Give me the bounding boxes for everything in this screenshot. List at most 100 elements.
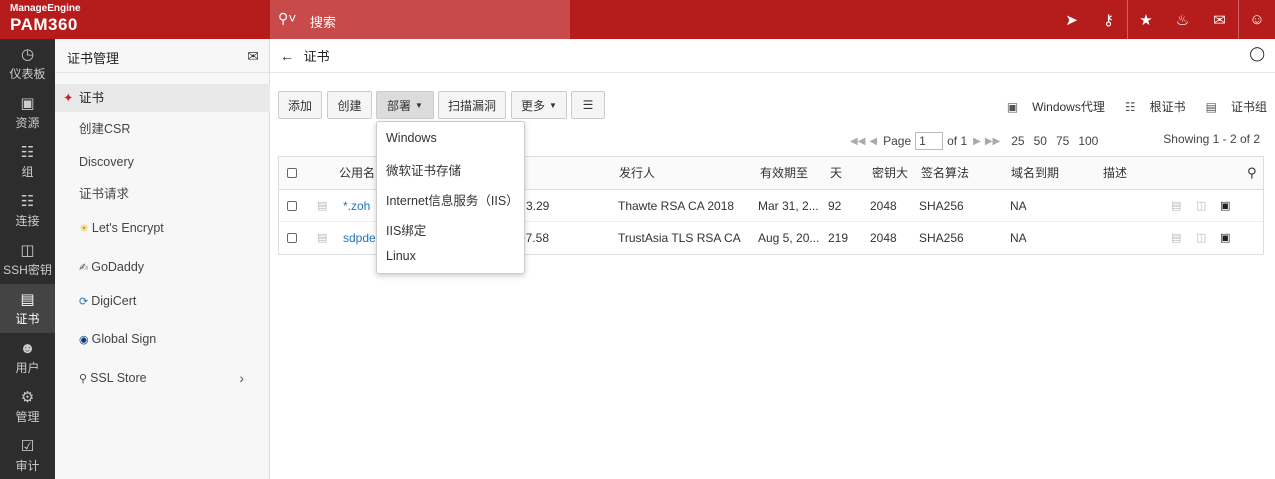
sidebar-item-digicert[interactable]: ⟳ DigiCert [55, 291, 270, 311]
search-icon[interactable]: ⚲˅ [278, 10, 296, 27]
page-size-100[interactable]: 100 [1078, 134, 1098, 148]
bell-icon[interactable]: ♨ [1164, 0, 1201, 39]
menu-item-iis-binding[interactable]: IIS绑定 [386, 220, 426, 239]
top-bar: ManageEngine PAM360 ⚲˅ 搜索 ➤ ⚷ ★ ♨ ✉ ☺ [0, 0, 1275, 39]
user-icon[interactable]: ☺ [1238, 0, 1275, 39]
sidebar-item-cert-requests[interactable]: 证书请求 [55, 184, 270, 204]
caret-down-icon: ▼ [549, 100, 557, 110]
row-checkbox[interactable] [287, 201, 297, 211]
nav-users[interactable]: ☻ 用户 [0, 333, 55, 382]
user-icon: ☻ [19, 339, 36, 357]
scan-vulnerability-button[interactable]: 扫描漏洞 [438, 91, 506, 119]
page-size-75[interactable]: 75 [1056, 134, 1069, 148]
copy-icon[interactable]: ◫ [1196, 190, 1206, 222]
deploy-button[interactable]: 部署 ▼ [376, 91, 434, 119]
chevron-right-icon[interactable]: › [239, 368, 244, 388]
windows-agent-link[interactable]: ▣ Windows代理 [997, 98, 1105, 115]
pin-icon: ✦ [63, 91, 74, 105]
nav-certificates[interactable]: ▤ 证书 [0, 284, 55, 333]
sidebar-item-sslstore[interactable]: ⚲ SSL Store › [55, 368, 270, 388]
nav-resources[interactable]: ▣ 资源 [0, 88, 55, 137]
group-icon: ☷ [20, 143, 35, 161]
deploy-icon[interactable]: ▣ [1220, 222, 1230, 254]
nav-groups[interactable]: ☷ 组 [0, 137, 55, 186]
menu-item-linux[interactable]: Linux [386, 249, 416, 263]
prev-page-icon[interactable]: ◀ [869, 136, 877, 147]
certificate-icon: ▤ [317, 200, 328, 212]
globalsign-icon: ◉ [79, 334, 89, 346]
nav-dashboard[interactable]: ◷ 仪表板 [0, 39, 55, 88]
header-issuer[interactable]: 发行人 [619, 157, 655, 189]
sidebar-item-create-csr[interactable]: 创建CSR [55, 119, 270, 139]
header-expiry[interactable]: 有效期至 [760, 157, 808, 189]
certificate-icon: ▤ [317, 232, 328, 244]
page-title: 证书 [303, 49, 330, 64]
header-description[interactable]: 描述 [1103, 157, 1127, 189]
renew-icon[interactable]: ▤ [1171, 190, 1181, 222]
cert-name-link[interactable]: *.zoh [343, 190, 370, 222]
sidebar-item-letsencrypt[interactable]: ☀ Let's Encrypt [55, 218, 270, 238]
root-cert-link[interactable]: ☷ 根证书 [1115, 98, 1186, 115]
brand-logo[interactable]: ManageEngine PAM360 [0, 0, 270, 39]
sidebar-title: 证书管理 [67, 51, 120, 66]
chat-icon[interactable]: ✉ [247, 48, 259, 65]
more-button[interactable]: 更多 ▼ [511, 91, 567, 119]
header-domain-expiry[interactable]: 域名到期 [1011, 157, 1059, 189]
rocket-icon[interactable]: ➤ [1053, 0, 1090, 39]
menu-item-ms-cert-store[interactable]: 微软证书存储 [386, 160, 461, 179]
create-button[interactable]: 创建 [327, 91, 372, 119]
next-page-icon[interactable]: ▶ [973, 136, 981, 147]
record-count: Showing 1 - 2 of 2 [1163, 132, 1260, 146]
certificate-icon: ▤ [20, 290, 35, 308]
copy-icon[interactable]: ◫ [1196, 222, 1206, 254]
page-size-25[interactable]: 25 [1011, 134, 1024, 148]
menu-item-windows[interactable]: Windows [386, 131, 437, 145]
list-view-button[interactable]: ☰ [571, 91, 605, 119]
page-size-50[interactable]: 50 [1034, 134, 1047, 148]
back-arrow-icon[interactable]: ← [280, 48, 294, 64]
header-key-size[interactable]: 密钥大 [872, 157, 908, 189]
deploy-dropdown-menu: Windows 微软证书存储 Internet信息服务（IIS） IIS绑定 L… [376, 121, 525, 274]
digicert-icon: ⟳ [79, 296, 89, 308]
deploy-icon[interactable]: ▣ [1220, 190, 1230, 222]
sslstore-icon: ⚲ [79, 373, 88, 385]
search-input[interactable]: 搜索 [310, 12, 336, 31]
nav-admin[interactable]: ⚙ 管理 [0, 382, 55, 431]
search-icon[interactable]: ⚲ [1247, 157, 1257, 189]
dashboard-icon: ◷ [20, 45, 35, 63]
header-sig-algo[interactable]: 签名算法 [921, 157, 969, 189]
first-page-icon[interactable]: ◀◀ [850, 136, 865, 147]
sidebar: 证书管理 ✉ ✦ 证书 创建CSR Discovery 证书请求 ☀ Let's E… [55, 39, 270, 479]
sidebar-item-certificates[interactable]: ✦ 证书 [55, 84, 270, 112]
cert-group-icon: ▤ [1205, 100, 1217, 114]
lightbulb-icon[interactable]: ◯ [1249, 45, 1265, 62]
mail-icon[interactable]: ✉ [1201, 0, 1238, 39]
select-all-checkbox[interactable] [287, 168, 297, 178]
nav-audit[interactable]: ☑ 审计 [0, 431, 55, 479]
nav-connections[interactable]: ☷ 连接 [0, 186, 55, 235]
renew-icon[interactable]: ▤ [1171, 222, 1181, 254]
list-icon: ☰ [582, 98, 594, 112]
header-common-name[interactable]: 公用名 [339, 157, 375, 189]
sidebar-item-godaddy[interactable]: ✍ GoDaddy [55, 257, 270, 277]
row-checkbox[interactable] [287, 233, 297, 243]
cert-group-link[interactable]: ▤ 证书组 [1196, 98, 1267, 115]
sidebar-item-discovery[interactable]: Discovery [55, 152, 270, 172]
sidebar-header: 证书管理 ✉ [55, 39, 269, 73]
header-days[interactable]: 天 [830, 157, 842, 189]
search-box[interactable]: ⚲˅ 搜索 [270, 0, 570, 39]
menu-item-iis[interactable]: Internet信息服务（IIS） [386, 190, 519, 209]
godaddy-icon: ✍ [79, 262, 89, 274]
sidebar-item-globalsign[interactable]: ◉ Global Sign [55, 329, 270, 349]
key-icon[interactable]: ⚷ [1090, 0, 1127, 39]
top-icons: ➤ ⚷ ★ ♨ ✉ ☺ [1053, 0, 1275, 39]
cert-name-link[interactable]: sdpde [343, 222, 376, 254]
pagination: ◀◀ ◀ Page 1 of 1 ▶ ▶▶ 25 50 75 100 [850, 132, 1099, 150]
letsencrypt-icon: ☀ [79, 223, 89, 235]
last-page-icon[interactable]: ▶▶ [985, 136, 1000, 147]
alert-user-icon[interactable]: ★ [1127, 0, 1164, 39]
page-number-input[interactable]: 1 [915, 132, 944, 150]
add-button[interactable]: 添加 [278, 91, 322, 119]
gear-icon: ⚙ [20, 388, 35, 406]
nav-ssh-keys[interactable]: ◫ SSH密钥 [0, 235, 55, 284]
